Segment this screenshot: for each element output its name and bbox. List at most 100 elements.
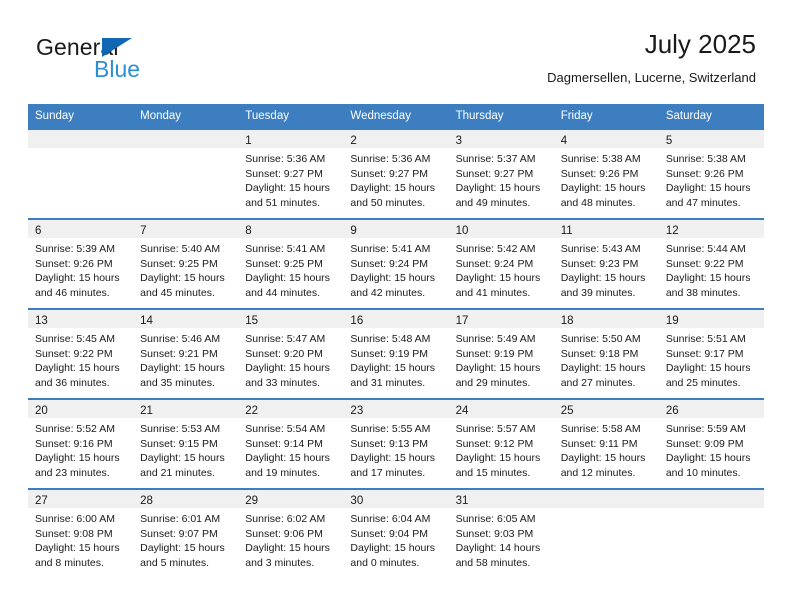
day-number-band: 10 — [448, 220, 554, 238]
calendar-day-cell[interactable]: 17 Sunrise: 5:49 AM Sunset: 9:19 PM Dayligh… — [448, 308, 554, 399]
daylight-text-cont: and 49 minutes. — [455, 196, 531, 209]
daylight-text: Daylight: 15 hours — [665, 272, 751, 285]
calendar-day-cell[interactable]: 2 Sunrise: 5:36 AM Sunset: 9:27 PM Daylight… — [343, 128, 449, 219]
calendar-day-cell[interactable]: 31 Sunrise: 6:05 AM Sunset: 9:03 PM Dayligh… — [448, 488, 554, 578]
day-cell-inner: 18 Sunrise: 5:50 AM Sunset: 9:18 PM Dayligh… — [553, 310, 659, 398]
day-cell-inner: 22 Sunrise: 5:54 AM Sunset: 9:14 PM Dayligh… — [238, 400, 344, 488]
day-number-band: 25 — [553, 400, 659, 418]
day-number-band: 31 — [448, 490, 554, 508]
sunset-text: Sunset: 9:08 PM — [35, 527, 113, 540]
calendar-day-cell[interactable]: 12 Sunrise: 5:44 AM Sunset: 9:22 PM Dayligh… — [658, 218, 764, 309]
page-subtitle: Dagmersellen, Lucerne, Switzerland — [547, 70, 756, 85]
sunset-text: Sunset: 9:15 PM — [140, 437, 218, 450]
day-number: 12 — [665, 225, 679, 237]
logo-text-blue: Blue — [94, 56, 141, 82]
day-number: 20 — [35, 405, 48, 417]
calendar-day-cell[interactable]: 8 Sunrise: 5:41 AM Sunset: 9:25 PM Daylight… — [238, 218, 344, 309]
calendar-day-cell[interactable]: 30 Sunrise: 6:04 AM Sunset: 9:04 PM Dayligh… — [343, 488, 449, 578]
calendar-day-cell[interactable]: 4 Sunrise: 5:38 AM Sunset: 9:26 PM Daylight… — [553, 128, 659, 219]
calendar-header-row: Sunday Monday Tuesday Wednesday Thursday Frid… — [28, 104, 764, 129]
sunset-text: Sunset: 9:09 PM — [665, 437, 744, 450]
calendar-day-cell[interactable]: 21 Sunrise: 5:53 AM Sunset: 9:15 PM Dayligh… — [133, 398, 239, 489]
calendar-day-cell[interactable]: 3 Sunrise: 5:37 AM Sunset: 9:27 PM Daylight… — [448, 128, 554, 219]
daylight-text-cont: and 36 minutes. — [35, 376, 110, 389]
day-cell-details: Sunrise: 5:51 AM Sunset: 9:17 PM Daylight:… — [659, 328, 764, 390]
day-cell-details: Sunrise: 5:43 AM Sunset: 9:23 PM Daylight:… — [554, 238, 659, 300]
day-cell-inner: 19 Sunrise: 5:51 AM Sunset: 9:17 PM Dayligh… — [658, 310, 764, 398]
calendar-day-cell[interactable]: 5 Sunrise: 5:38 AM Sunset: 9:26 PM Daylight… — [658, 128, 764, 219]
weekday-header-tuesday: Tuesday — [238, 104, 344, 129]
sunrise-text: Sunrise: 5:52 AM — [35, 423, 115, 435]
daylight-text: Daylight: 15 hours — [665, 452, 751, 465]
day-number-band: 9 — [343, 220, 449, 238]
day-number-band: 19 — [658, 310, 764, 328]
generalblue-logo[interactable]: General Blue — [36, 34, 236, 90]
calendar-day-cell[interactable]: 10 Sunrise: 5:42 AM Sunset: 9:24 PM Dayligh… — [448, 218, 554, 309]
day-cell-details: Sunrise: 5:40 AM Sunset: 9:25 PM Daylight:… — [133, 238, 238, 300]
day-cell-details — [554, 508, 659, 512]
daylight-text-cont: and 21 minutes. — [140, 466, 215, 479]
day-number: 15 — [245, 315, 259, 327]
day-cell-inner: 29 Sunrise: 6:02 AM Sunset: 9:06 PM Dayligh… — [238, 490, 344, 578]
sunset-text: Sunset: 9:19 PM — [455, 347, 534, 360]
calendar-day-cell[interactable]: 26 Sunrise: 5:59 AM Sunset: 9:09 PM Dayligh… — [658, 398, 764, 489]
daylight-text-cont: and 47 minutes. — [665, 196, 741, 209]
day-cell-inner: 25 Sunrise: 5:58 AM Sunset: 9:11 PM Dayligh… — [553, 400, 659, 488]
calendar-day-cell[interactable]: 24 Sunrise: 5:57 AM Sunset: 9:12 PM Dayligh… — [448, 398, 554, 489]
calendar-day-cell[interactable]: 13 Sunrise: 5:45 AM Sunset: 9:22 PM Dayligh… — [28, 308, 134, 399]
daylight-text: Daylight: 15 hours — [350, 542, 436, 555]
sunset-text: Sunset: 9:13 PM — [350, 437, 429, 450]
day-number-band: 24 — [448, 400, 554, 418]
sunset-text: Sunset: 9:18 PM — [560, 347, 639, 360]
sunset-text: Sunset: 9:14 PM — [245, 437, 323, 450]
sunrise-text: Sunrise: 5:48 AM — [350, 333, 431, 345]
daylight-text: Daylight: 15 hours — [560, 272, 646, 285]
calendar-day-cell[interactable]: 18 Sunrise: 5:50 AM Sunset: 9:18 PM Dayligh… — [553, 308, 659, 399]
calendar-day-cell[interactable]: 9 Sunrise: 5:41 AM Sunset: 9:24 PM Daylight… — [343, 218, 449, 309]
day-number: 11 — [560, 225, 573, 237]
day-number: 17 — [455, 315, 469, 327]
daylight-text: Daylight: 15 hours — [35, 452, 120, 465]
calendar-day-cell[interactable]: 11 Sunrise: 5:43 AM Sunset: 9:23 PM Dayligh… — [553, 218, 659, 309]
day-cell-inner — [133, 130, 239, 218]
daylight-text-cont: and 50 minutes. — [350, 196, 426, 209]
calendar-day-cell[interactable]: 27 Sunrise: 6:00 AM Sunset: 9:08 PM Dayligh… — [28, 488, 134, 578]
calendar-day-cell[interactable]: 20 Sunrise: 5:52 AM Sunset: 9:16 PM Dayligh… — [28, 398, 134, 489]
sunset-text: Sunset: 9:19 PM — [350, 347, 429, 360]
sunset-text: Sunset: 9:27 PM — [245, 167, 323, 180]
calendar-page: General Blue July 2025 Dagmersellen, Luc… — [0, 0, 792, 612]
day-number-band: 15 — [238, 310, 344, 328]
calendar-day-cell[interactable]: 19 Sunrise: 5:51 AM Sunset: 9:17 PM Dayligh… — [658, 308, 764, 399]
day-number-band: 17 — [448, 310, 554, 328]
daylight-text: Daylight: 15 hours — [245, 182, 330, 195]
day-cell-details: Sunrise: 5:42 AM Sunset: 9:24 PM Daylight:… — [449, 238, 554, 300]
day-cell-details: Sunrise: 5:47 AM Sunset: 9:20 PM Daylight:… — [238, 328, 343, 390]
daylight-text: Daylight: 15 hours — [560, 452, 646, 465]
day-number: 5 — [665, 135, 673, 147]
calendar-day-cell[interactable]: 14 Sunrise: 5:46 AM Sunset: 9:21 PM Dayligh… — [133, 308, 239, 399]
sunrise-text: Sunrise: 6:05 AM — [455, 513, 536, 525]
calendar-day-cell[interactable]: 6 Sunrise: 5:39 AM Sunset: 9:26 PM Daylight… — [28, 218, 134, 309]
day-number: 31 — [455, 495, 469, 507]
calendar-week-row: 13 Sunrise: 5:45 AM Sunset: 9:22 PM Dayligh… — [28, 308, 764, 399]
calendar-day-cell[interactable]: 22 Sunrise: 5:54 AM Sunset: 9:14 PM Dayligh… — [238, 398, 344, 489]
calendar-day-cell[interactable]: 25 Sunrise: 5:58 AM Sunset: 9:11 PM Dayligh… — [553, 398, 659, 489]
sunrise-text: Sunrise: 5:41 AM — [350, 243, 431, 255]
weekday-header-monday: Monday — [133, 104, 239, 129]
calendar-day-cell[interactable]: 7 Sunrise: 5:40 AM Sunset: 9:25 PM Daylight… — [133, 218, 239, 309]
calendar-week-row: 20 Sunrise: 5:52 AM Sunset: 9:16 PM Dayligh… — [28, 398, 764, 489]
calendar-day-cell[interactable]: 16 Sunrise: 5:48 AM Sunset: 9:19 PM Dayligh… — [343, 308, 449, 399]
daylight-text-cont: and 0 minutes. — [350, 556, 420, 569]
calendar-day-cell[interactable]: 23 Sunrise: 5:55 AM Sunset: 9:13 PM Dayligh… — [343, 398, 449, 489]
calendar-day-cell[interactable]: 28 Sunrise: 6:01 AM Sunset: 9:07 PM Dayligh… — [133, 488, 239, 578]
day-number-band: 21 — [133, 400, 239, 418]
sunrise-text: Sunrise: 5:49 AM — [455, 333, 536, 345]
calendar-day-cell[interactable]: 1 Sunrise: 5:36 AM Sunset: 9:27 PM Daylight… — [238, 128, 344, 219]
day-number-band: 3 — [448, 130, 554, 148]
sunrise-text: Sunrise: 5:38 AM — [665, 153, 746, 165]
calendar-day-cell[interactable]: 29 Sunrise: 6:02 AM Sunset: 9:06 PM Dayligh… — [238, 488, 344, 578]
day-number: 28 — [140, 495, 153, 507]
day-number-band — [28, 130, 134, 148]
sunrise-text: Sunrise: 6:04 AM — [350, 513, 431, 525]
calendar-day-cell[interactable]: 15 Sunrise: 5:47 AM Sunset: 9:20 PM Dayligh… — [238, 308, 344, 399]
